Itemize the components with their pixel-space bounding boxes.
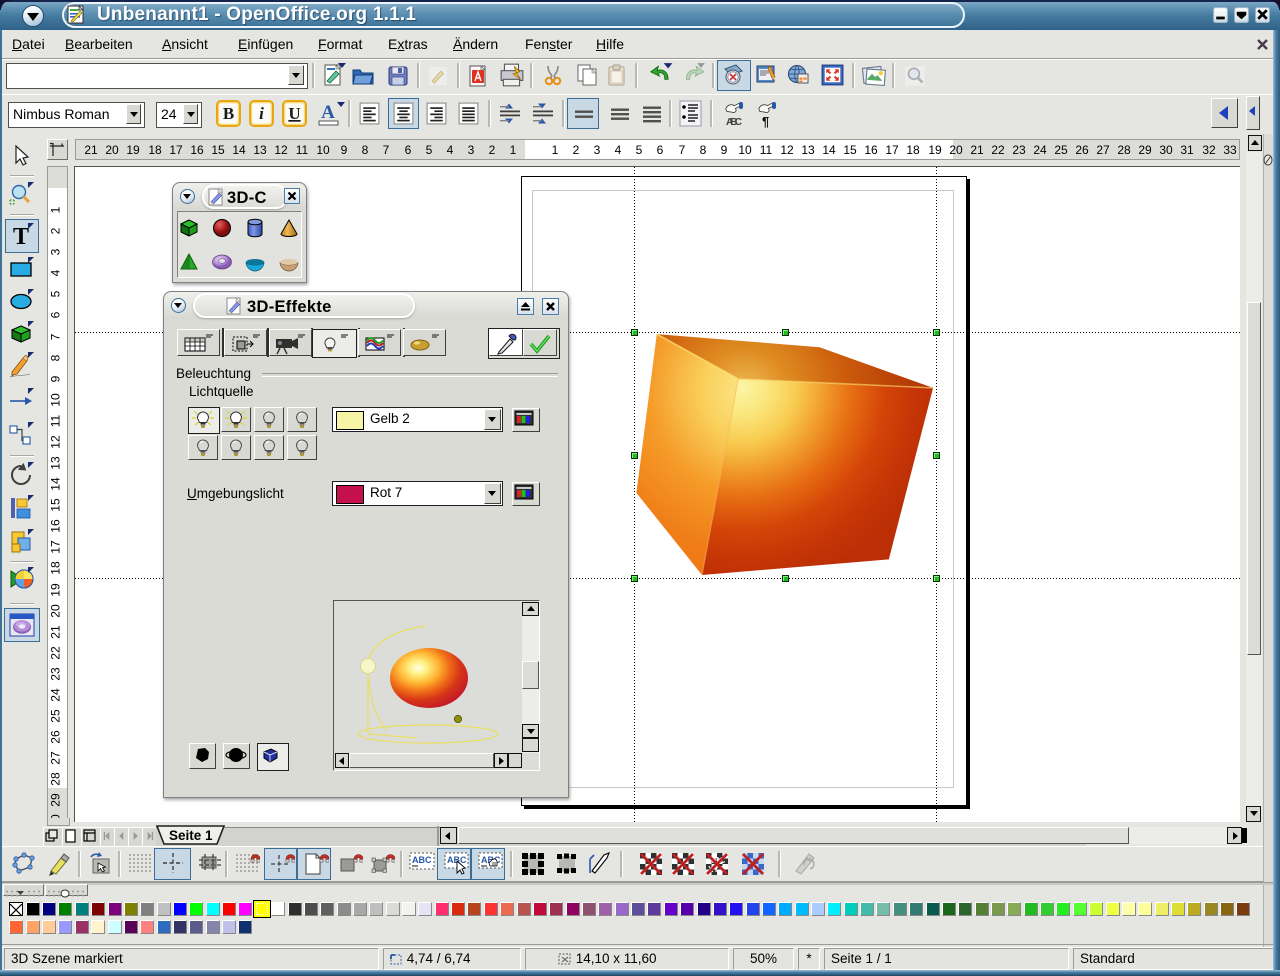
svg-text:i: i bbox=[259, 104, 264, 123]
svg-text:T: T bbox=[13, 224, 29, 249]
svg-text:ABC: ABC bbox=[726, 117, 742, 128]
svg-text:U: U bbox=[288, 104, 300, 123]
svg-text:B: B bbox=[223, 104, 234, 123]
svg-text:ABC: ABC bbox=[412, 855, 432, 865]
svg-text:¶: ¶ bbox=[762, 114, 769, 128]
svg-text:A: A bbox=[321, 102, 335, 123]
